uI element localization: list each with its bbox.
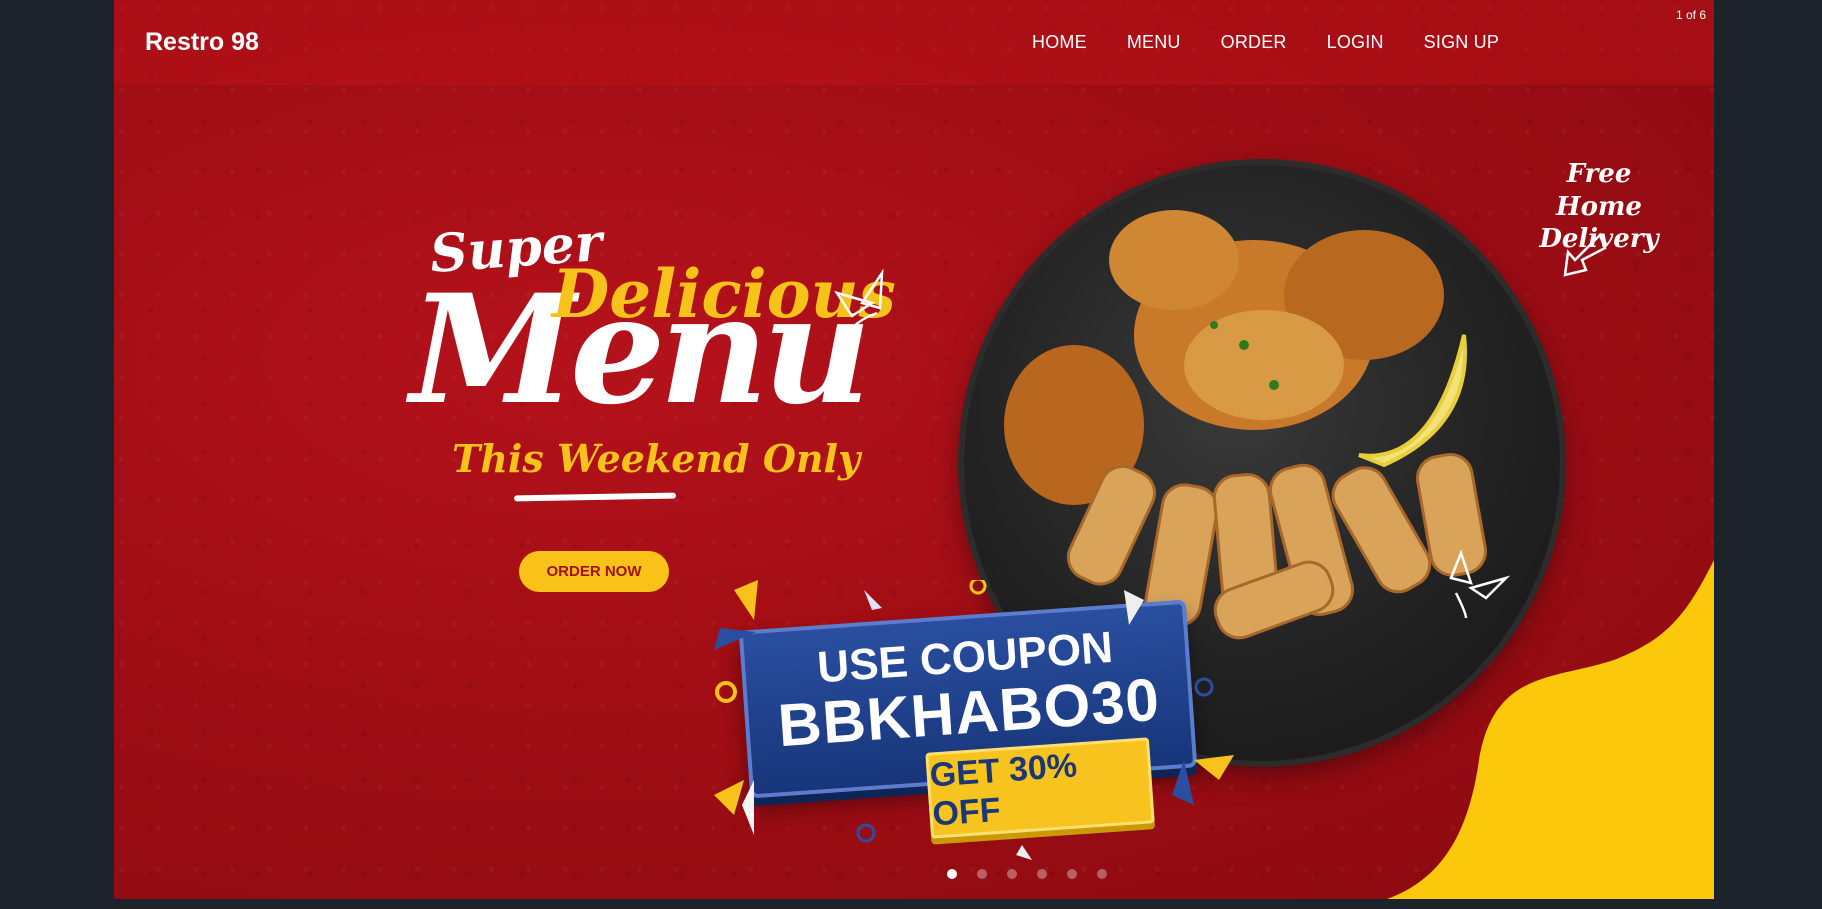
hero-slide: Restro 98 HOME MENU ORDER LOGIN SIGN UP … (114, 0, 1714, 899)
headline-subtitle: This Weekend Only (452, 436, 861, 481)
slide-dot-2[interactable] (977, 869, 987, 879)
slide-dot-6[interactable] (1097, 869, 1107, 879)
slide-dot-5[interactable] (1067, 869, 1077, 879)
slide-counter: 1 of 6 (1676, 8, 1707, 22)
spark-doodle-left (834, 268, 884, 329)
slide-dots (947, 869, 1107, 879)
spark-doodle-right (1449, 549, 1511, 619)
free-delivery-line1: Free Home (1556, 159, 1642, 222)
top-navbar: Restro 98 HOME MENU ORDER LOGIN SIGN UP (114, 0, 1714, 85)
order-now-button[interactable]: ORDER NOW (519, 551, 669, 592)
headline-underline (513, 492, 677, 502)
slide-dot-3[interactable] (1007, 869, 1017, 879)
brand-logo[interactable]: Restro 98 (145, 28, 259, 57)
confetti-decoration (714, 580, 1234, 860)
nav-login[interactable]: LOGIN (1327, 32, 1384, 53)
nav-order[interactable]: ORDER (1221, 32, 1287, 53)
nav-signup[interactable]: SIGN UP (1424, 32, 1499, 53)
nav-links: HOME MENU ORDER LOGIN SIGN UP (1032, 32, 1539, 53)
hand-drawn-arrow-icon (1563, 232, 1607, 277)
slide-dot-1[interactable] (947, 869, 957, 879)
slide-dot-4[interactable] (1037, 869, 1047, 879)
nav-home[interactable]: HOME (1032, 32, 1087, 53)
nav-menu[interactable]: MENU (1127, 32, 1181, 53)
